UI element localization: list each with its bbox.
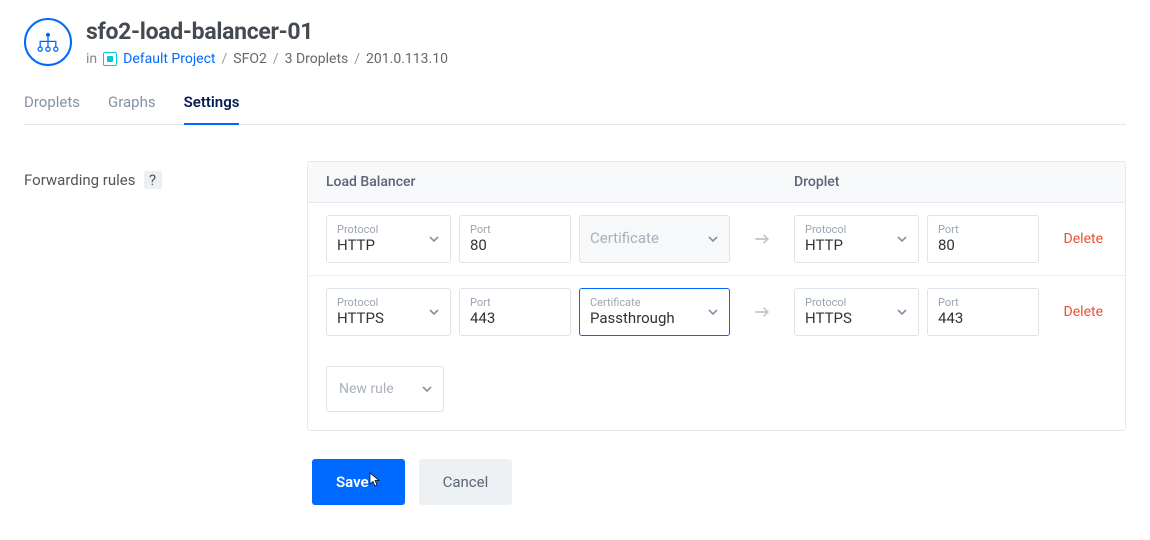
delete-rule-link[interactable]: Delete — [1064, 304, 1103, 320]
project-icon — [103, 52, 117, 66]
arrow-right-icon — [738, 302, 786, 322]
lb-protocol-select[interactable]: ProtocolHTTPS — [326, 288, 451, 336]
save-button[interactable]: Save — [312, 459, 405, 505]
droplet-port-input-value: 443 — [938, 309, 1028, 329]
lb-port-input-label: Port — [470, 296, 560, 309]
tab-graphs[interactable]: Graphs — [108, 93, 156, 125]
column-load-balancer: Load Balancer — [326, 174, 730, 190]
forwarding-rules-label: Forwarding rules — [24, 171, 136, 189]
arrow-right-icon — [738, 229, 786, 249]
lb-protocol-select-label: Protocol — [337, 223, 440, 236]
tabs: Droplets Graphs Settings — [24, 93, 1126, 125]
breadcrumb: in Default Project / SFO2 / 3 Droplets /… — [86, 51, 448, 67]
tab-droplets[interactable]: Droplets — [24, 93, 80, 125]
breadcrumb-sep: / — [273, 51, 279, 67]
droplet-protocol-select[interactable]: ProtocolHTTP — [794, 215, 919, 263]
help-icon[interactable]: ? — [144, 171, 162, 189]
lb-port-input-value: 80 — [470, 236, 560, 256]
lb-port-input[interactable]: Port80 — [459, 215, 571, 263]
chevron-down-icon — [421, 383, 433, 395]
cursor-icon — [367, 472, 381, 492]
page-title: sfo2-load-balancer-01 — [86, 18, 448, 45]
breadcrumb-droplets: 3 Droplets — [285, 51, 349, 67]
droplet-protocol-select-value: HTTP — [805, 236, 908, 256]
forwarding-rules-panel: Load Balancer Droplet ProtocolHTTPPort80… — [307, 161, 1126, 431]
droplet-protocol-select-label: Protocol — [805, 223, 908, 236]
breadcrumb-sep: / — [222, 51, 228, 67]
certificate-select: Certificate — [579, 215, 730, 263]
lb-protocol-select-label: Protocol — [337, 296, 440, 309]
tab-settings[interactable]: Settings — [184, 93, 240, 125]
lb-port-input-value: 443 — [470, 309, 560, 329]
droplet-port-input-label: Port — [938, 296, 1028, 309]
breadcrumb-ip: 201.0.113.10 — [366, 51, 448, 67]
breadcrumb-region: SFO2 — [233, 51, 267, 67]
column-droplet: Droplet — [794, 174, 919, 190]
forwarding-rule-row: ProtocolHTTPPort80CertificateProtocolHTT… — [308, 203, 1125, 276]
delete-rule-link[interactable]: Delete — [1064, 231, 1103, 247]
certificate-select-value: Passthrough — [590, 309, 719, 329]
lb-protocol-select[interactable]: ProtocolHTTP — [326, 215, 451, 263]
save-button-label: Save — [336, 473, 369, 491]
certificate-select[interactable]: CertificatePassthrough — [579, 288, 730, 336]
droplet-protocol-select[interactable]: ProtocolHTTPS — [794, 288, 919, 336]
droplet-port-input[interactable]: Port443 — [927, 288, 1039, 336]
certificate-select-label: Certificate — [590, 296, 719, 309]
breadcrumb-project-link[interactable]: Default Project — [123, 51, 215, 67]
droplet-protocol-select-label: Protocol — [805, 296, 908, 309]
lb-port-input-label: Port — [470, 223, 560, 236]
breadcrumb-sep: / — [354, 51, 360, 67]
breadcrumb-in: in — [86, 51, 97, 67]
droplet-protocol-select-value: HTTPS — [805, 309, 908, 329]
droplet-port-input-value: 80 — [938, 236, 1028, 256]
droplet-port-input-label: Port — [938, 223, 1028, 236]
certificate-select-value: Certificate — [590, 229, 719, 249]
cancel-button[interactable]: Cancel — [419, 459, 513, 505]
lb-protocol-select-value: HTTP — [337, 236, 440, 256]
new-rule-label: New rule — [339, 381, 394, 397]
new-rule-dropdown[interactable]: New rule — [326, 366, 444, 412]
lb-protocol-select-value: HTTPS — [337, 309, 440, 329]
lb-port-input[interactable]: Port443 — [459, 288, 571, 336]
forwarding-rule-row: ProtocolHTTPSPort443CertificatePassthrou… — [308, 276, 1125, 348]
droplet-port-input[interactable]: Port80 — [927, 215, 1039, 263]
load-balancer-icon — [24, 18, 72, 66]
